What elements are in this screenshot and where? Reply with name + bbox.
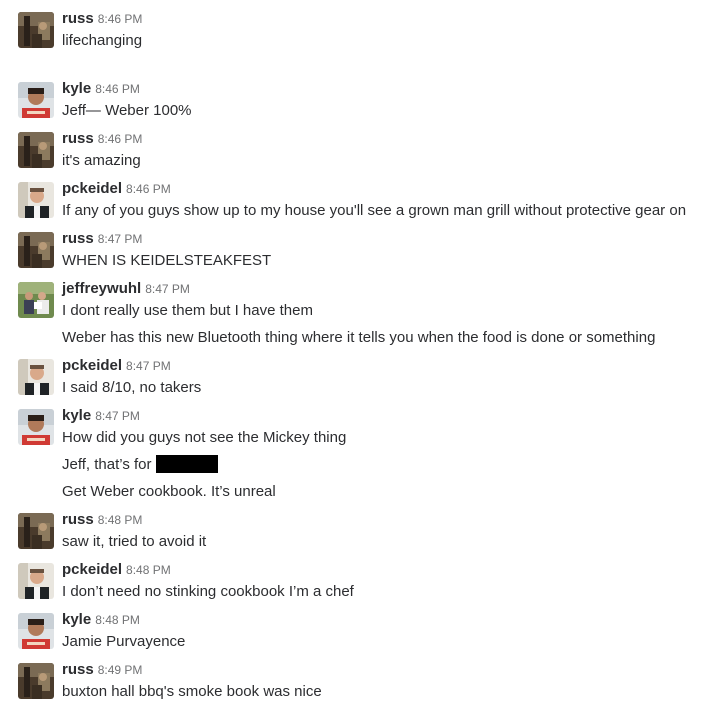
message-text: If any of you guys show up to my house y… — [62, 202, 687, 219]
message-header: pckeidel 8:46 PM — [62, 180, 171, 198]
russ-avatar[interactable] — [18, 513, 54, 549]
timestamp[interactable]: 8:46 PM — [95, 82, 140, 96]
message-text: I don’t need no stinking cookbook I’m a … — [62, 583, 354, 600]
message-header: jeffreywuhl 8:47 PM — [62, 280, 190, 298]
message-text: WHEN IS KEIDELSTEAKFEST — [62, 252, 272, 269]
author-name[interactable]: russ — [62, 130, 94, 147]
author-name[interactable]: russ — [62, 230, 94, 247]
message-header: russ 8:47 PM — [62, 230, 142, 248]
author-name[interactable]: pckeidel — [62, 180, 122, 197]
message-text: buxton hall bbq's smoke book was nice — [62, 683, 322, 700]
message-text: I said 8/10, no takers — [62, 379, 202, 396]
timestamp[interactable]: 8:47 PM — [145, 282, 190, 296]
timestamp[interactable]: 8:46 PM — [126, 182, 171, 196]
message-text: How did you guys not see the Mickey thin… — [62, 429, 347, 446]
timestamp[interactable]: 8:49 PM — [98, 663, 143, 677]
message-text-segment: Jeff, that’s for — [62, 456, 152, 473]
russ-avatar[interactable] — [18, 12, 54, 48]
message-text: Jeff— Weber 100% — [62, 102, 192, 119]
russ-avatar[interactable] — [18, 663, 54, 699]
pckeidel-avatar[interactable] — [18, 182, 54, 218]
timestamp[interactable]: 8:48 PM — [98, 513, 143, 527]
author-name[interactable]: russ — [62, 511, 94, 528]
kyle-avatar[interactable] — [18, 409, 54, 445]
message-header: kyle 8:46 PM — [62, 80, 140, 98]
message-text: Jamie Purvayence — [62, 633, 186, 650]
pckeidel-avatar[interactable] — [18, 359, 54, 395]
message-text: Get Weber cookbook. It’s unreal — [62, 483, 276, 500]
russ-avatar[interactable] — [18, 132, 54, 168]
message-text: I dont really use them but I have them — [62, 302, 313, 319]
author-name[interactable]: jeffreywuhl — [62, 280, 141, 297]
author-name[interactable]: kyle — [62, 407, 91, 424]
timestamp[interactable]: 8:47 PM — [98, 232, 143, 246]
timestamp[interactable]: 8:48 PM — [126, 563, 171, 577]
message-text: lifechanging — [62, 32, 143, 49]
timestamp[interactable]: 8:47 PM — [126, 359, 171, 373]
message-header: russ 8:46 PM — [62, 130, 142, 148]
message-header: pckeidel 8:47 PM — [62, 357, 171, 375]
message-header: pckeidel 8:48 PM — [62, 561, 171, 579]
timestamp[interactable]: 8:47 PM — [95, 409, 140, 423]
message-text: Weber has this new Bluetooth thing where… — [62, 329, 656, 346]
russ-avatar[interactable] — [18, 232, 54, 268]
message-header: russ 8:48 PM — [62, 511, 142, 529]
redaction-block — [155, 455, 218, 473]
kyle-avatar[interactable] — [18, 82, 54, 118]
timestamp[interactable]: 8:48 PM — [95, 613, 140, 627]
message-text: it's amazing — [62, 152, 141, 169]
message-header: kyle 8:47 PM — [62, 407, 140, 425]
message-text: saw it, tried to avoid it — [62, 533, 207, 550]
timestamp[interactable]: 8:46 PM — [98, 132, 143, 146]
kyle-avatar[interactable] — [18, 613, 54, 649]
message-header: kyle 8:48 PM — [62, 611, 140, 629]
author-name[interactable]: pckeidel — [62, 357, 122, 374]
jeffreywuhl-avatar[interactable] — [18, 282, 54, 318]
message-list: russ 8:46 PM lifechanging kyle 8:46 PM Jef… — [0, 0, 704, 706]
author-name[interactable]: kyle — [62, 611, 91, 628]
timestamp[interactable]: 8:46 PM — [98, 12, 143, 26]
message-header: russ 8:46 PM — [62, 10, 142, 28]
author-name[interactable]: kyle — [62, 80, 91, 97]
author-name[interactable]: russ — [62, 661, 94, 678]
author-name[interactable]: russ — [62, 10, 94, 27]
message-text: Jeff, that’s for — [62, 455, 218, 475]
pckeidel-avatar[interactable] — [18, 563, 54, 599]
author-name[interactable]: pckeidel — [62, 561, 122, 578]
message-header: russ 8:49 PM — [62, 661, 142, 679]
